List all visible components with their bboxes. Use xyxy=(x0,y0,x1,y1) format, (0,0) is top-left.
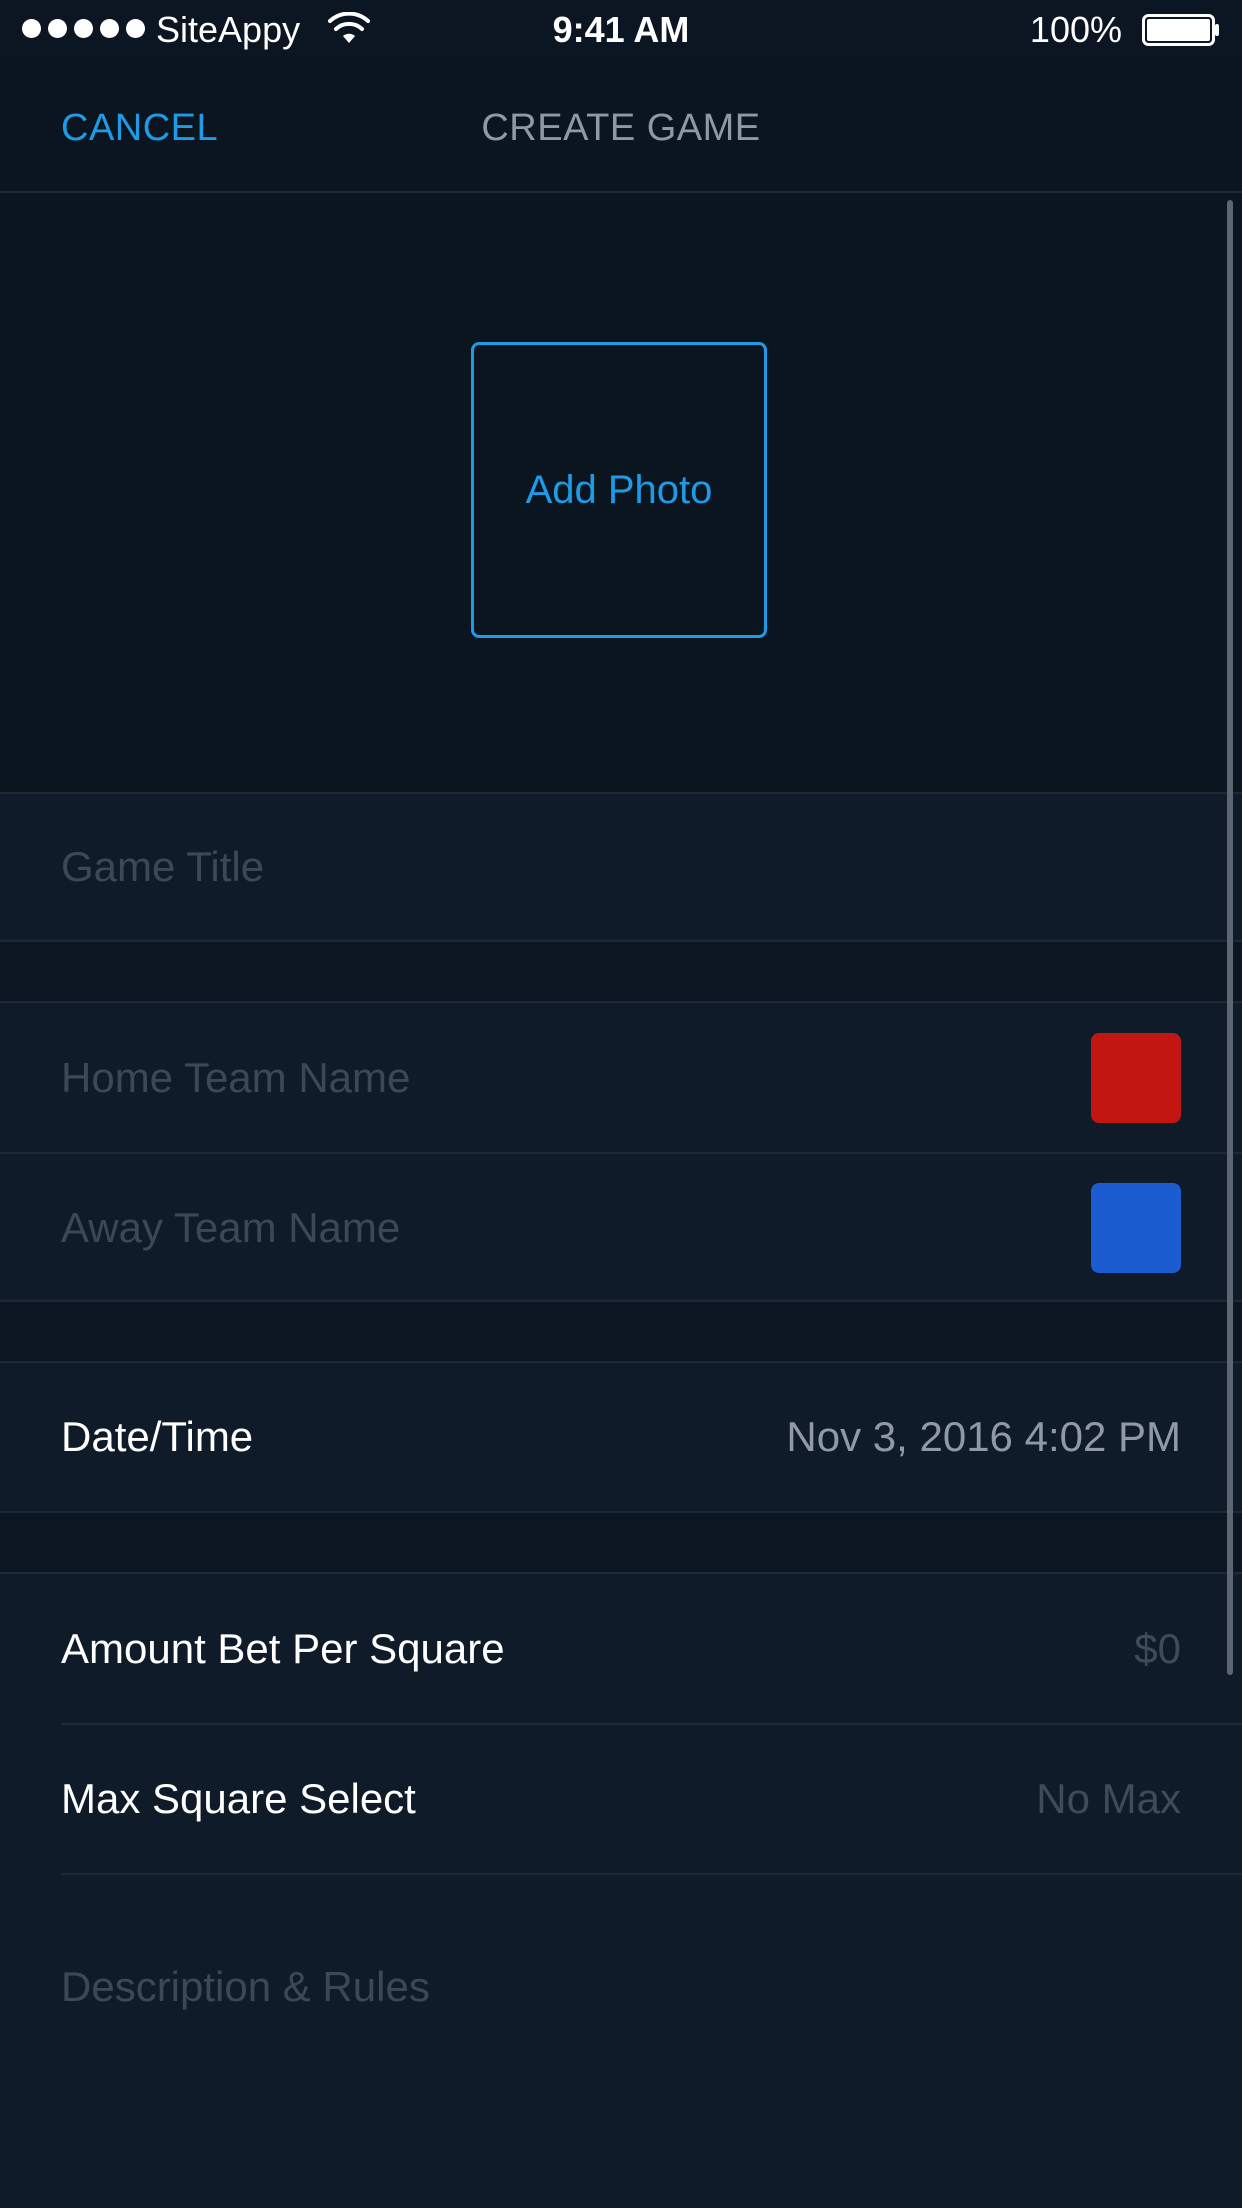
home-team-placeholder: Home Team Name xyxy=(61,1054,411,1101)
game-title-section: Game Title xyxy=(0,792,1242,942)
game-title-placeholder: Game Title xyxy=(61,843,265,890)
game-title-field[interactable]: Game Title xyxy=(0,794,1242,940)
max-square-row[interactable]: Max Square Select No Max xyxy=(0,1724,1242,1874)
battery-icon xyxy=(1142,14,1219,46)
status-bar: SiteAppy 9:41 AM 100% xyxy=(0,0,1242,60)
home-team-field[interactable]: Home Team Name xyxy=(0,1003,1242,1153)
battery-percentage: 100% xyxy=(1029,9,1122,50)
away-team-color-swatch[interactable] xyxy=(1091,1183,1181,1273)
betting-section: Amount Bet Per Square $0 Max Square Sele… xyxy=(0,1572,1242,2208)
amount-bet-value: $0 xyxy=(1134,1625,1181,1672)
datetime-section: Date/Time Nov 3, 2016 4:02 PM xyxy=(0,1361,1242,1513)
away-team-placeholder: Away Team Name xyxy=(61,1204,401,1251)
add-photo-button[interactable]: Add Photo xyxy=(471,342,767,638)
max-square-value: No Max xyxy=(1036,1775,1181,1822)
away-team-field[interactable]: Away Team Name xyxy=(0,1153,1242,1303)
photo-section: Add Photo xyxy=(0,193,1242,792)
amount-bet-label: Amount Bet Per Square xyxy=(61,1625,505,1672)
add-photo-label: Add Photo xyxy=(525,467,713,512)
datetime-label: Date/Time xyxy=(61,1413,254,1460)
scrollbar[interactable] xyxy=(1227,200,1233,1675)
max-square-label: Max Square Select xyxy=(61,1775,416,1822)
amount-bet-row[interactable]: Amount Bet Per Square $0 xyxy=(0,1574,1242,1724)
description-placeholder: Description & Rules xyxy=(61,1962,430,2010)
description-field[interactable]: Description & Rules xyxy=(0,1874,1242,2094)
page-title: CREATE GAME xyxy=(481,107,761,149)
home-team-color-swatch[interactable] xyxy=(1091,1033,1181,1123)
datetime-value: Nov 3, 2016 4:02 PM xyxy=(786,1413,1181,1460)
navigation-bar: CANCEL CREATE GAME xyxy=(0,60,1242,193)
datetime-row[interactable]: Date/Time Nov 3, 2016 4:02 PM xyxy=(0,1363,1242,1511)
create-game-screen: SiteAppy 9:41 AM 100% CANCEL CREATE GAME… xyxy=(0,0,1242,2208)
teams-section: Home Team Name Away Team Name xyxy=(0,1001,1242,1302)
